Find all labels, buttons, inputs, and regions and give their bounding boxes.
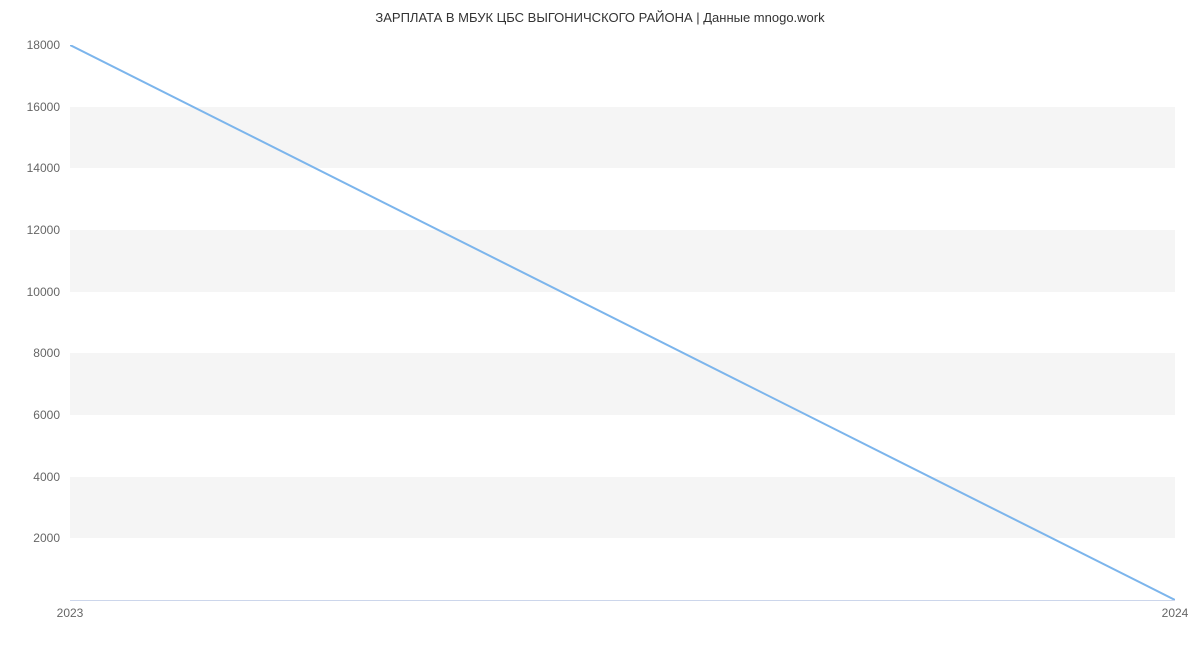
y-axis-tick: 18000 <box>5 38 60 52</box>
chart-container: ЗАРПЛАТА В МБУК ЦБС ВЫГОНИЧСКОГО РАЙОНА … <box>0 0 1200 650</box>
y-axis-tick: 12000 <box>5 223 60 237</box>
y-axis-tick: 8000 <box>5 346 60 360</box>
y-axis-tick: 10000 <box>5 285 60 299</box>
chart-title: ЗАРПЛАТА В МБУК ЦБС ВЫГОНИЧСКОГО РАЙОНА … <box>0 10 1200 25</box>
y-axis-tick: 14000 <box>5 161 60 175</box>
x-axis-tick: 2023 <box>57 606 84 620</box>
plot-area <box>70 45 1175 601</box>
y-axis-tick: 6000 <box>5 408 60 422</box>
x-axis-tick: 2024 <box>1162 606 1189 620</box>
y-axis-tick: 16000 <box>5 100 60 114</box>
line-series <box>70 45 1175 600</box>
y-axis-tick: 2000 <box>5 531 60 545</box>
y-axis-tick: 4000 <box>5 470 60 484</box>
